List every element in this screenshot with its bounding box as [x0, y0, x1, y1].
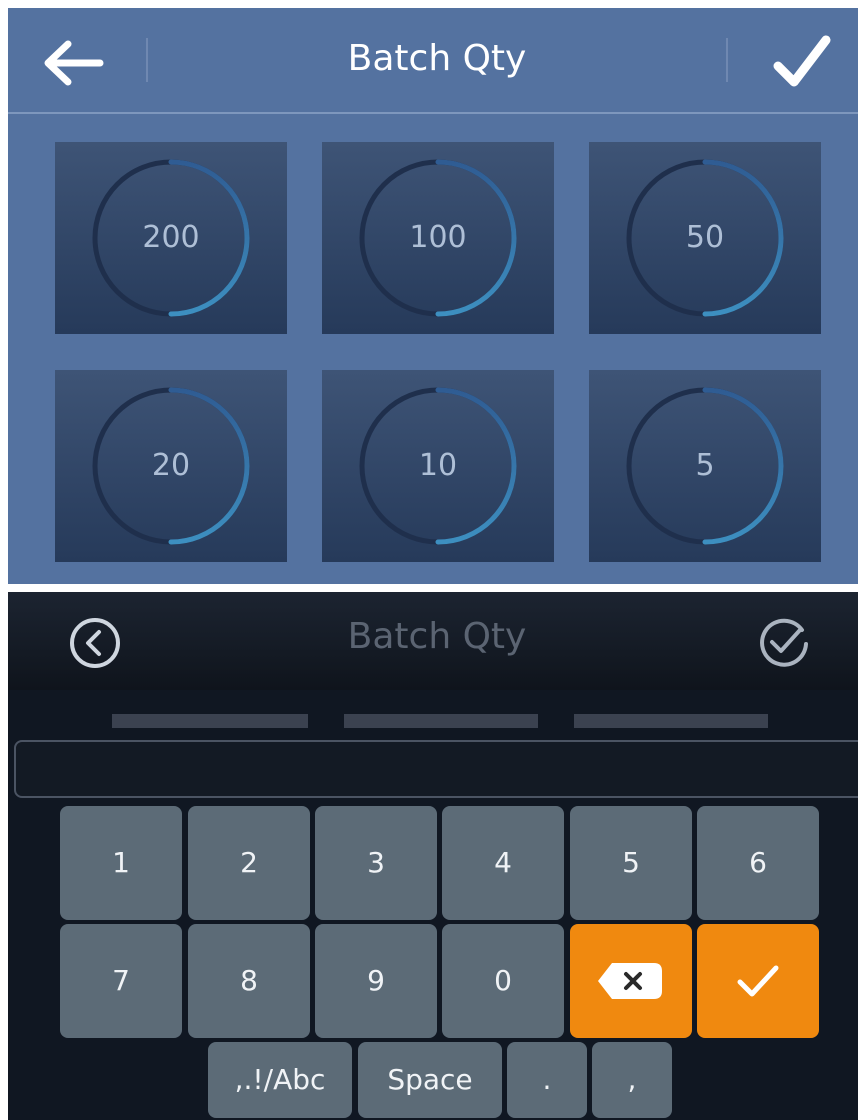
backspace-key[interactable] [570, 924, 692, 1038]
preset-tile-100[interactable]: 100 [322, 142, 554, 334]
obscured-tile [112, 714, 308, 728]
confirm-button[interactable] [772, 34, 832, 90]
key-2[interactable]: 2 [188, 806, 310, 920]
period-key[interactable]: . [507, 1042, 587, 1118]
back-button[interactable] [68, 616, 122, 670]
key-9[interactable]: 9 [315, 924, 437, 1038]
page-title: Batch Qty [347, 616, 527, 657]
preset-value: 20 [151, 448, 191, 483]
preset-value: 100 [409, 220, 467, 255]
symbols-key[interactable]: ,.!/Abc [208, 1042, 352, 1118]
confirm-button[interactable] [756, 614, 812, 670]
space-key[interactable]: Space [358, 1042, 502, 1118]
back-button[interactable] [38, 38, 108, 88]
preset-tile-10[interactable]: 10 [322, 370, 554, 562]
circle-check-icon [760, 618, 808, 667]
key-1[interactable]: 1 [60, 806, 182, 920]
preset-tile-20[interactable]: 20 [55, 370, 287, 562]
quantity-input[interactable] [14, 740, 858, 798]
obscured-tile [344, 714, 538, 728]
preset-value: 10 [418, 448, 458, 483]
preset-tile-200[interactable]: 200 [55, 142, 287, 334]
arrow-left-icon [44, 40, 104, 86]
key-5[interactable]: 5 [570, 806, 692, 920]
page-title: Batch Qty [347, 38, 527, 79]
preset-value: 200 [142, 220, 200, 255]
checkmark-icon [737, 965, 779, 997]
key-4[interactable]: 4 [442, 806, 564, 920]
key-8[interactable]: 8 [188, 924, 310, 1038]
obscured-tile [574, 714, 768, 728]
key-3[interactable]: 3 [315, 806, 437, 920]
preset-tile-5[interactable]: 5 [589, 370, 821, 562]
key-0[interactable]: 0 [442, 924, 564, 1038]
batch-qty-keypad-screen: Batch Qty 1 2 3 4 5 6 7 8 9 0 ,.!/Abc Sp… [8, 592, 858, 1120]
batch-qty-preset-screen: Batch Qty 200 100 50 20 10 5 [8, 8, 858, 584]
header-bar: Batch Qty [8, 8, 858, 114]
key-6[interactable]: 6 [697, 806, 819, 920]
circle-chevron-left-icon [70, 618, 120, 668]
header-bar: Batch Qty [8, 592, 858, 690]
enter-key[interactable] [697, 924, 819, 1038]
comma-key[interactable]: , [592, 1042, 672, 1118]
header-divider [726, 38, 728, 82]
preset-value: 50 [685, 220, 725, 255]
backspace-icon [598, 963, 662, 999]
key-7[interactable]: 7 [60, 924, 182, 1038]
preset-tile-50[interactable]: 50 [589, 142, 821, 334]
preset-value: 5 [695, 448, 715, 483]
checkmark-icon [773, 35, 831, 87]
